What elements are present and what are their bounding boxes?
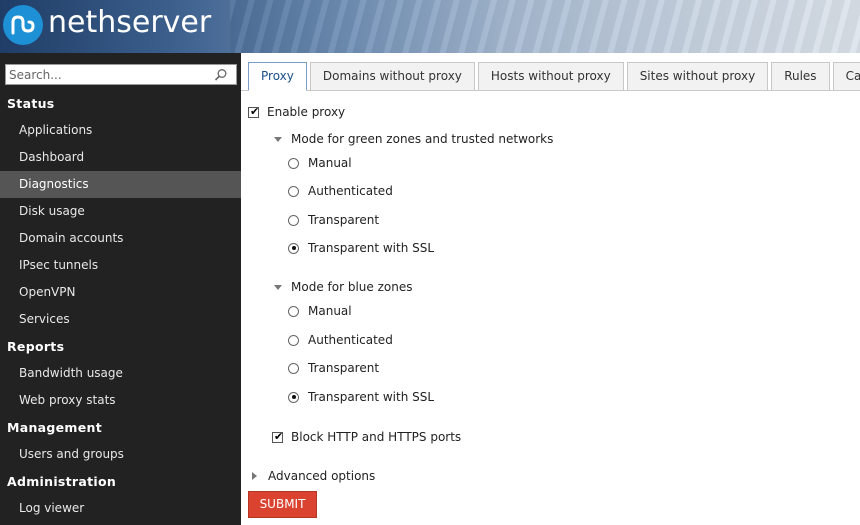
sidebar-item-dashboard[interactable]: Dashboard	[0, 144, 241, 171]
green-mode-title: Mode for green zones and trusted network…	[291, 132, 554, 146]
blue-option-manual[interactable]: Manual	[288, 304, 352, 318]
sidebar-item-services[interactable]: Services	[0, 306, 241, 333]
tab-cache[interactable]: Cache	[832, 62, 860, 91]
radio-button-selected[interactable]	[288, 242, 299, 254]
green-mode-fieldset-toggle[interactable]: Mode for green zones and trusted network…	[274, 132, 553, 146]
tab-hosts-without-proxy[interactable]: Hosts without proxy	[477, 62, 624, 91]
nav-section-management: Management	[7, 420, 103, 435]
radio-button-selected[interactable]	[288, 391, 299, 403]
option-label: Transparent with SSL	[308, 390, 435, 404]
expand-arrow-icon	[274, 284, 282, 290]
submit-button[interactable]: SUBMIT	[248, 491, 317, 518]
sidebar-item-domain-accounts[interactable]: Domain accounts	[0, 225, 241, 252]
block-ports-checkbox[interactable]: ✔	[272, 429, 284, 443]
sidebar-item-openvpn[interactable]: OpenVPN	[0, 279, 241, 306]
main-content: Proxy Domains without proxy Hosts withou…	[241, 53, 860, 525]
sidebar: Status Applications Dashboard Diagnostic…	[0, 53, 241, 525]
nav-section-reports: Reports	[7, 339, 65, 354]
sidebar-item-bandwidth-usage[interactable]: Bandwidth usage	[0, 360, 241, 387]
radio-button[interactable]	[288, 334, 299, 346]
top-banner: nethserver	[0, 0, 860, 53]
banner-decoration	[230, 0, 860, 53]
block-ports-row[interactable]: ✔ Block HTTP and HTTPS ports	[272, 430, 461, 444]
blue-mode-fieldset-toggle[interactable]: Mode for blue zones	[274, 280, 412, 294]
sidebar-nav: Status Applications Dashboard Diagnostic…	[0, 90, 241, 522]
option-label: Manual	[308, 156, 352, 170]
green-option-transparent[interactable]: Transparent	[288, 213, 379, 227]
radio-button[interactable]	[288, 362, 299, 374]
blue-option-transparent-ssl[interactable]: Transparent with SSL	[288, 390, 434, 404]
option-label: Manual	[308, 304, 352, 318]
tab-proxy[interactable]: Proxy	[248, 62, 307, 91]
enable-proxy-label: Enable proxy	[267, 105, 346, 119]
nethserver-logo-icon	[3, 5, 43, 45]
tab-rules[interactable]: Rules	[771, 62, 830, 91]
option-label: Transparent	[308, 213, 380, 227]
collapse-arrow-icon	[252, 472, 257, 480]
green-option-transparent-ssl[interactable]: Transparent with SSL	[288, 241, 434, 255]
tab-domains-without-proxy[interactable]: Domains without proxy	[309, 62, 475, 91]
blue-option-authenticated[interactable]: Authenticated	[288, 333, 393, 347]
checkmark-icon: ✔	[250, 104, 260, 118]
green-option-manual[interactable]: Manual	[288, 156, 352, 170]
sidebar-item-web-proxy-stats[interactable]: Web proxy stats	[0, 387, 241, 414]
radio-button[interactable]	[288, 214, 299, 226]
option-label: Transparent	[308, 361, 380, 375]
sidebar-item-disk-usage[interactable]: Disk usage	[0, 198, 241, 225]
sidebar-item-applications[interactable]: Applications	[0, 117, 241, 144]
search-icon[interactable]	[214, 68, 228, 82]
advanced-options-label: Advanced options	[268, 469, 376, 483]
enable-proxy-checkbox[interactable]: ✔	[248, 104, 260, 118]
sidebar-item-users-and-groups[interactable]: Users and groups	[0, 441, 241, 468]
blue-mode-title: Mode for blue zones	[291, 280, 413, 294]
sidebar-item-ipsec-tunnels[interactable]: IPsec tunnels	[0, 252, 241, 279]
search-input[interactable]	[6, 65, 206, 84]
expand-arrow-icon	[274, 136, 282, 142]
sidebar-item-diagnostics[interactable]: Diagnostics	[0, 171, 241, 198]
search-box[interactable]	[5, 64, 237, 85]
blue-option-transparent[interactable]: Transparent	[288, 361, 379, 375]
option-label: Transparent with SSL	[308, 241, 435, 255]
enable-proxy-row[interactable]: ✔ Enable proxy	[248, 105, 345, 119]
option-label: Authenticated	[308, 184, 393, 198]
checkmark-icon: ✔	[274, 429, 284, 443]
tab-sites-without-proxy[interactable]: Sites without proxy	[626, 62, 769, 91]
green-option-authenticated[interactable]: Authenticated	[288, 184, 393, 198]
option-label: Authenticated	[308, 333, 393, 347]
advanced-options-toggle[interactable]: Advanced options	[252, 469, 375, 483]
nav-section-status: Status	[7, 96, 55, 111]
radio-button[interactable]	[288, 157, 299, 169]
block-ports-label: Block HTTP and HTTPS ports	[291, 430, 462, 444]
nav-section-administration: Administration	[7, 474, 117, 489]
radio-button[interactable]	[288, 185, 299, 197]
radio-button[interactable]	[288, 305, 299, 317]
sidebar-item-log-viewer[interactable]: Log viewer	[0, 495, 241, 522]
logo-text: nethserver	[48, 5, 212, 40]
tab-bar: Proxy Domains without proxy Hosts withou…	[248, 62, 860, 91]
